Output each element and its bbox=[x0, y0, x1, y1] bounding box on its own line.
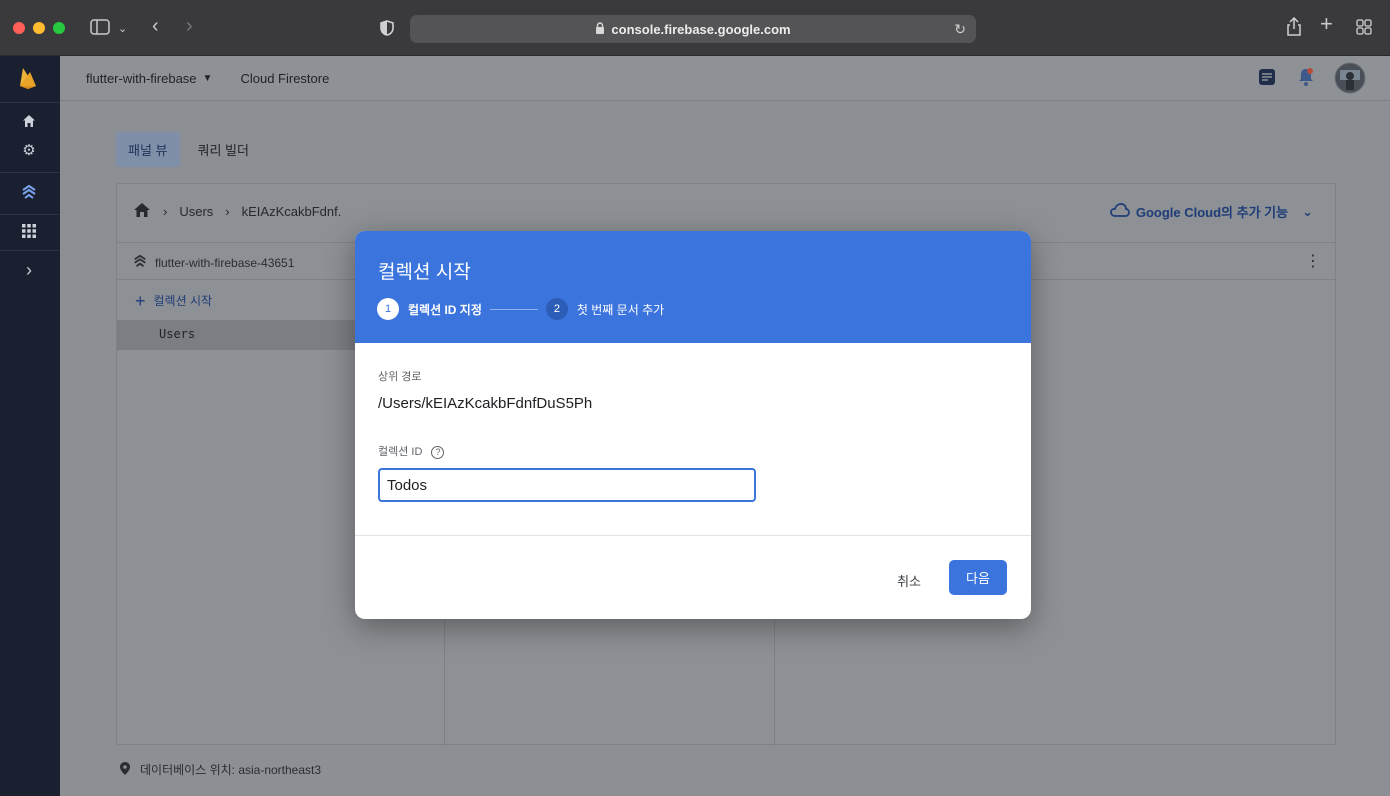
expand-chevron-icon[interactable]: › bbox=[20, 261, 38, 279]
cancel-button[interactable]: 취소 bbox=[893, 567, 925, 594]
collection-id-input[interactable] bbox=[378, 468, 756, 502]
address-bar[interactable]: console.firebase.google.com ↻ bbox=[410, 15, 976, 43]
step-2-label: 첫 번째 문서 추가 bbox=[576, 302, 665, 317]
chevron-down-icon: ⌄ bbox=[1302, 203, 1313, 219]
firebase-logo-icon[interactable] bbox=[18, 66, 38, 90]
step-connector bbox=[489, 308, 538, 310]
collection-id-label: 컬렉션 ID bbox=[378, 446, 423, 458]
reload-icon[interactable]: ↻ bbox=[954, 21, 966, 38]
location-pin-icon bbox=[120, 761, 130, 778]
firestore-icon bbox=[133, 254, 147, 271]
tab-panel-view[interactable]: 패널 뷰 bbox=[116, 132, 180, 167]
share-icon[interactable] bbox=[1286, 16, 1302, 41]
cloud-icon bbox=[1109, 203, 1130, 220]
back-icon[interactable]: ‹ bbox=[152, 16, 159, 36]
start-collection-label: 컬렉션 시작 bbox=[153, 294, 213, 308]
step-1-label: 컬렉션 ID 지정 bbox=[408, 302, 482, 317]
firestore-icon[interactable] bbox=[20, 184, 38, 202]
project-selector[interactable]: flutter-with-firebase ▼ bbox=[86, 71, 212, 86]
help-icon[interactable]: ? bbox=[431, 445, 445, 459]
user-avatar[interactable] bbox=[1334, 62, 1366, 94]
breadcrumb: › Users › kEIAzKcakbFdnf. bbox=[133, 202, 341, 221]
plus-icon: + bbox=[135, 290, 146, 311]
rail-divider bbox=[0, 172, 60, 173]
breadcrumb-separator-icon: › bbox=[163, 204, 168, 219]
release-notes-icon[interactable] bbox=[1258, 68, 1276, 86]
parent-path-label: 상위 경로 bbox=[378, 371, 422, 383]
breadcrumb-item-users[interactable]: Users bbox=[179, 204, 213, 219]
rail-divider bbox=[0, 214, 60, 215]
privacy-shield-icon[interactable] bbox=[380, 20, 394, 40]
dialog-title: 컬렉션 시작 bbox=[378, 262, 471, 283]
firebase-nav-rail: ⚙ › bbox=[0, 56, 60, 796]
next-button[interactable]: 다음 bbox=[949, 560, 1007, 595]
step-2-number: 2 bbox=[545, 298, 568, 320]
caret-down-icon: ▼ bbox=[202, 72, 213, 84]
url-text: console.firebase.google.com bbox=[611, 21, 791, 37]
location-text: 데이터베이스 위치: asia-northeast3 bbox=[140, 763, 322, 777]
database-location: 데이터베이스 위치: asia-northeast3 bbox=[120, 761, 321, 778]
rail-divider bbox=[0, 102, 60, 103]
view-tabs: 패널 뷰 쿼리 빌더 bbox=[116, 132, 261, 167]
sidebar-toggle-icon[interactable] bbox=[90, 19, 112, 39]
home-icon[interactable] bbox=[133, 202, 151, 221]
database-name: flutter-with-firebase-43651 bbox=[155, 255, 295, 270]
more-vert-icon[interactable]: ⋮ bbox=[1305, 251, 1321, 271]
product-name: Cloud Firestore bbox=[240, 70, 330, 86]
breadcrumb-item-document[interactable]: kEIAzKcakbFdnf. bbox=[242, 204, 342, 219]
parent-path-value: /Users/kEIAzKcakbFdnfDuS5Ph bbox=[378, 395, 593, 412]
new-tab-icon[interactable]: + bbox=[1320, 13, 1333, 35]
tab-overview-icon[interactable] bbox=[1356, 19, 1372, 39]
close-window-button[interactable] bbox=[13, 22, 25, 34]
collection-id-label-row: 컬렉션 ID ? bbox=[378, 443, 445, 459]
notifications-bell-icon[interactable] bbox=[1297, 67, 1315, 87]
settings-gear-icon[interactable]: ⚙ bbox=[20, 142, 38, 160]
step-1-number: 1 bbox=[377, 298, 399, 320]
google-cloud-extra-label: Google Cloud의 추가 기능 bbox=[1135, 205, 1289, 220]
dialog-header: 컬렉션 시작 1 컬렉션 ID 지정 2 첫 번째 문서 추가 bbox=[355, 231, 1031, 343]
forward-icon[interactable]: › bbox=[186, 16, 193, 36]
google-cloud-extra-button[interactable]: Google Cloud의 추가 기능 ⌄ bbox=[1109, 202, 1313, 221]
zoom-window-button[interactable] bbox=[53, 22, 65, 34]
lock-icon bbox=[595, 21, 605, 37]
chevron-down-icon[interactable]: ⌄ bbox=[118, 21, 127, 37]
start-collection-button[interactable]: + 컬렉션 시작 bbox=[135, 290, 213, 311]
tab-query-builder[interactable]: 쿼리 빌더 bbox=[186, 132, 261, 167]
start-collection-dialog: 컬렉션 시작 1 컬렉션 ID 지정 2 첫 번째 문서 추가 상위 경로 /U… bbox=[355, 231, 1031, 619]
database-root[interactable]: flutter-with-firebase-43651 bbox=[133, 254, 294, 271]
apps-grid-icon[interactable] bbox=[20, 224, 38, 242]
dialog-stepper: 1 컬렉션 ID 지정 2 첫 번째 문서 추가 bbox=[377, 298, 664, 320]
minimize-window-button[interactable] bbox=[33, 22, 45, 34]
browser-toolbar: ⌄ ‹ › console.firebase.google.com ↻ + bbox=[0, 0, 1390, 56]
console-header: flutter-with-firebase ▼ Cloud Firestore bbox=[60, 56, 1390, 101]
dialog-body: 상위 경로 /Users/kEIAzKcakbFdnfDuS5Ph 컬렉션 ID… bbox=[355, 343, 1031, 536]
home-icon[interactable] bbox=[20, 114, 38, 132]
project-name: flutter-with-firebase bbox=[86, 70, 197, 86]
rail-divider bbox=[0, 250, 60, 251]
breadcrumb-separator-icon: › bbox=[225, 204, 230, 219]
